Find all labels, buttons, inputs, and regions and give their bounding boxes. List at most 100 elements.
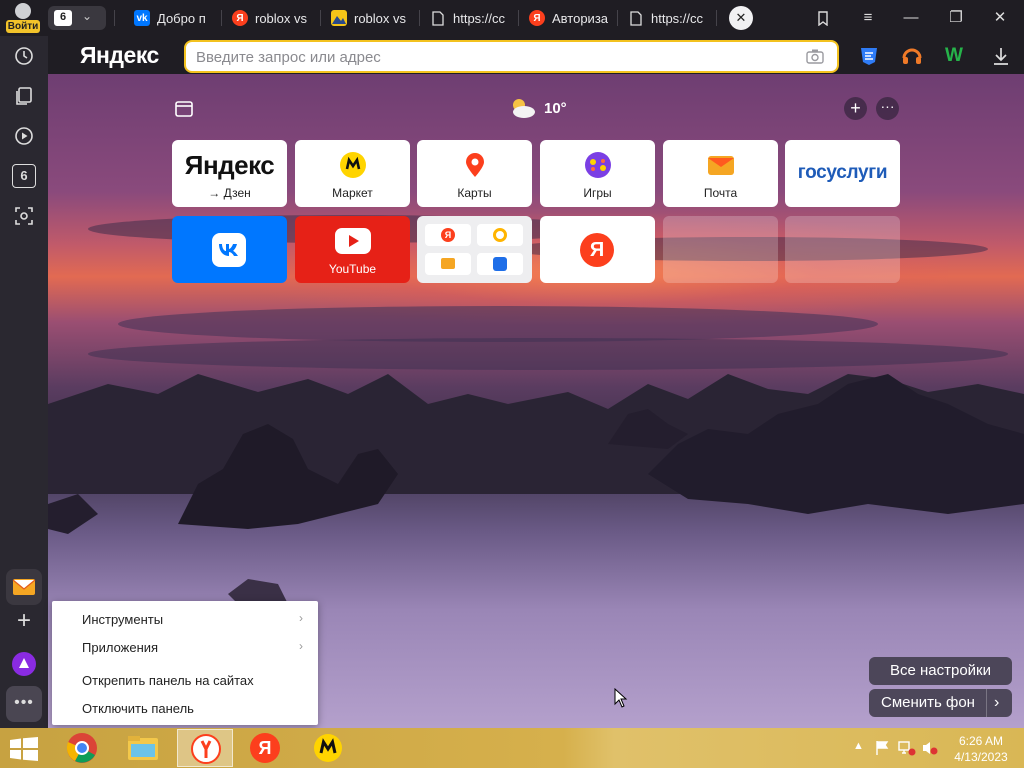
- screenshot-icon[interactable]: [12, 204, 36, 228]
- restore-button[interactable]: ❐: [941, 6, 971, 30]
- tile-youtube[interactable]: YouTube: [295, 216, 410, 283]
- bookmarks-icon[interactable]: [808, 6, 838, 30]
- chevron-right-icon: ›: [299, 639, 303, 653]
- tab-4[interactable]: https://cc: [430, 6, 510, 30]
- context-menu: Инструменты › Приложения › Открепить пан…: [52, 601, 318, 725]
- yandex-wordmark: Яндекс: [184, 150, 275, 180]
- gosuslugi-wordmark: госуслуги: [797, 162, 888, 183]
- taskbar-yandex[interactable]: Я: [238, 729, 294, 767]
- all-settings-button[interactable]: Все настройки: [869, 657, 1012, 685]
- change-background-button[interactable]: Сменить фон ›: [869, 689, 1012, 717]
- windows-start-icon[interactable]: [10, 737, 38, 761]
- profile-button[interactable]: Войти: [6, 3, 40, 33]
- video-play-icon[interactable]: [12, 124, 36, 148]
- yandex-icon: Я: [441, 228, 455, 242]
- flag-icon[interactable]: [874, 740, 890, 756]
- tab-separator: [419, 10, 420, 26]
- tile-group[interactable]: Я: [417, 216, 532, 283]
- volume-muted-icon[interactable]: [921, 740, 939, 756]
- add-tile-button[interactable]: +: [844, 97, 867, 120]
- close-window-button[interactable]: ✕: [985, 6, 1015, 30]
- taskbar-chrome[interactable]: [54, 729, 110, 767]
- menu-item-disable-panel[interactable]: Отключить панель: [82, 701, 194, 716]
- folder-icon: [128, 736, 158, 760]
- tile-caption: Почта: [703, 186, 738, 200]
- download-icon[interactable]: [990, 45, 1012, 67]
- tab-5[interactable]: Я Авториза: [529, 6, 609, 30]
- group-cell: Я: [425, 224, 471, 246]
- cloud-icon: [493, 257, 507, 271]
- menu-icon[interactable]: ≡: [853, 6, 883, 30]
- group-cell: [477, 224, 523, 246]
- search-input[interactable]: [196, 48, 786, 66]
- alice-button[interactable]: [6, 646, 42, 682]
- network-icon[interactable]: [898, 740, 916, 756]
- mail-icon: [12, 579, 36, 595]
- youtube-icon: [335, 228, 371, 254]
- tile-empty[interactable]: [785, 216, 900, 283]
- tab-3[interactable]: roblox vs: [331, 6, 411, 30]
- mail-button[interactable]: [6, 569, 42, 605]
- clock-date: 4/13/2023: [954, 750, 1008, 764]
- document-icon: [430, 10, 446, 26]
- tile-caption: → Дзен: [208, 186, 251, 200]
- yandex-logo[interactable]: Яндекс: [80, 42, 159, 69]
- tab-label: https://cc: [453, 10, 506, 26]
- history-icon[interactable]: [12, 44, 36, 68]
- taskbar-explorer[interactable]: [115, 729, 171, 767]
- address-bar[interactable]: [184, 40, 839, 73]
- new-tab-close-button[interactable]: ✕: [729, 6, 753, 30]
- tab-1[interactable]: vk Добро п: [134, 6, 214, 30]
- w-extension-icon[interactable]: W: [945, 45, 967, 67]
- more-icon[interactable]: •••: [6, 686, 42, 722]
- tray-expand-icon[interactable]: ▲: [853, 740, 864, 752]
- yandex-icon: Я: [250, 733, 280, 763]
- tile-empty[interactable]: [663, 216, 778, 283]
- ntp-more-button[interactable]: ···: [876, 97, 899, 120]
- tab-separator: [716, 10, 717, 26]
- tile-maps[interactable]: Карты: [417, 140, 532, 207]
- tile-yandex[interactable]: Я: [540, 216, 655, 283]
- chevron-right-icon[interactable]: ›: [994, 689, 999, 717]
- shield-extension-icon[interactable]: [858, 45, 880, 67]
- gamepad-icon: [585, 152, 611, 178]
- tab-separator: [114, 10, 115, 26]
- divider: [986, 689, 987, 717]
- tile-vk[interactable]: [172, 216, 287, 283]
- yandex-icon: Я: [232, 10, 248, 26]
- tab-count: 6: [54, 10, 72, 26]
- tab-6[interactable]: https://cc: [628, 6, 708, 30]
- taskbar-yandex-browser[interactable]: [177, 729, 233, 767]
- market-icon: [314, 734, 342, 762]
- chevron-down-icon: ⌄: [82, 9, 93, 23]
- tile-gosuslugi[interactable]: госуслуги: [785, 140, 900, 207]
- collections-icon[interactable]: [12, 84, 36, 108]
- tile-yandex-dzen[interactable]: Яндекс → Дзен: [172, 140, 287, 207]
- weather-widget[interactable]: 10°: [508, 96, 567, 120]
- map-pin-icon: [466, 153, 484, 177]
- tile-mail[interactable]: Почта: [663, 140, 778, 207]
- gallery-icon[interactable]: [174, 99, 194, 119]
- sidebar: 6 + •••: [0, 36, 48, 728]
- menu-item-unpin-panel[interactable]: Открепить панель на сайтах: [82, 673, 254, 688]
- tab-label: Авториза: [552, 10, 609, 26]
- camera-icon[interactable]: [806, 48, 824, 64]
- document-icon: [628, 10, 644, 26]
- tile-caption: Маркет: [332, 186, 373, 200]
- tab-count-button[interactable]: 6 ⌄: [48, 6, 106, 30]
- minimize-button[interactable]: —: [896, 6, 926, 30]
- system-clock[interactable]: 6:26 AM 4/13/2023: [950, 733, 1012, 765]
- change-bg-label: Сменить фон: [881, 694, 975, 711]
- menu-item-tools[interactable]: Инструменты: [82, 612, 163, 627]
- tile-games[interactable]: Игры: [540, 140, 655, 207]
- tabs-counter-icon[interactable]: 6: [12, 164, 36, 188]
- add-panel-button[interactable]: +: [6, 604, 42, 640]
- taskbar-market[interactable]: [301, 729, 357, 767]
- tab-separator: [617, 10, 618, 26]
- tab-2[interactable]: Я roblox vs: [232, 6, 312, 30]
- menu-item-apps[interactable]: Приложения: [82, 640, 158, 655]
- tile-caption: Карты: [457, 186, 492, 200]
- yandex-icon: Я: [529, 10, 545, 26]
- headphones-extension-icon[interactable]: [901, 45, 923, 67]
- tile-market[interactable]: Маркет: [295, 140, 410, 207]
